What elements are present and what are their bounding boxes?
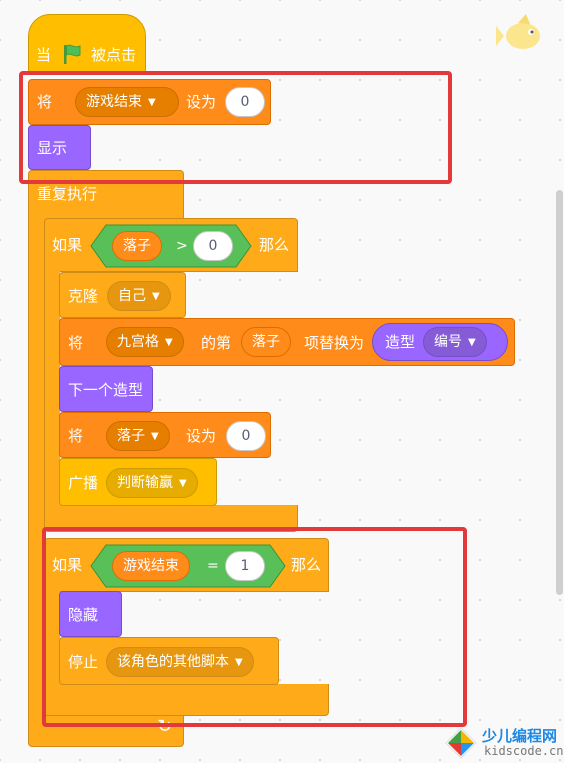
then-label: 那么 [259,236,290,254]
clicked-label: 被点击 [91,46,137,64]
costume-option: 编号 [434,334,462,350]
dropdown-arrow-icon: ▼ [152,291,160,302]
list-name: 九宫格 [117,334,159,350]
set-variable-block-2[interactable]: 将 落子 ▼ 设为 0 [59,412,271,458]
operator-symbol: > [176,238,188,254]
value-input[interactable]: 0 [226,421,266,451]
dropdown-arrow-icon: ▼ [151,431,159,442]
dropdown-arrow-icon: ▼ [165,337,173,348]
create-clone-block[interactable]: 克隆 自己 ▼ [59,272,186,318]
clone-target-dropdown[interactable]: 自己 ▼ [107,281,171,311]
clone-label: 克隆 [68,287,99,305]
index-variable-reporter[interactable]: 落子 [241,327,291,357]
highlight-box-init [19,71,452,184]
broadcast-block[interactable]: 广播 判断输赢 ▼ [59,458,217,506]
forever-label: 重复执行 [37,185,98,203]
green-flag-icon [64,44,81,64]
variable-dropdown[interactable]: 落子 ▼ [106,421,170,451]
watermark: 少儿编程网 kidscode.cn [444,722,564,762]
variable-name: 落子 [117,428,145,444]
set-label: 将 [68,427,84,445]
clone-target: 自己 [118,288,146,304]
set-label: 将 [68,334,84,352]
if-label: 如果 [52,236,83,254]
watermark-en: kidscode.cn [484,744,564,758]
next-costume-label: 下一个造型 [68,381,144,399]
dropdown-arrow-icon: ▼ [179,478,187,489]
replace-with-label: 项替换为 [304,334,365,352]
next-costume-block[interactable]: 下一个造型 [59,366,153,412]
sprite-fish-icon[interactable] [496,12,548,58]
message-dropdown[interactable]: 判断输赢 ▼ [106,468,198,498]
message-name: 判断输赢 [117,475,173,491]
broadcast-label: 广播 [68,474,99,492]
highlight-box-game-over [42,527,467,727]
if-1-left-arm [44,270,60,508]
dropdown-arrow-icon: ▼ [468,337,476,348]
costume-label: 造型 [385,333,416,351]
costume-number-reporter[interactable]: 造型 编号 ▼ [372,323,508,361]
if-block-1[interactable]: 如果 落子 > 0 那么 [44,218,298,272]
replace-list-item-block[interactable]: 将 九宫格 ▼ 的第 落子 项替换为 造型 编号 ▼ [59,318,515,366]
of-label: 的第 [201,334,232,352]
when-label: 当 [36,46,52,64]
kidscode-logo-icon [445,727,477,759]
when-flag-clicked-block[interactable]: 当 被点击 [28,14,146,74]
list-dropdown[interactable]: 九宫格 ▼ [106,327,184,357]
compare-value-input[interactable]: 0 [193,231,233,261]
to-label: 设为 [186,427,217,445]
watermark-cn: 少儿编程网 [482,727,558,745]
variable-reporter[interactable]: 落子 [112,231,162,261]
vertical-scrollbar[interactable] [556,190,563,595]
costume-option-dropdown[interactable]: 编号 ▼ [423,327,487,357]
